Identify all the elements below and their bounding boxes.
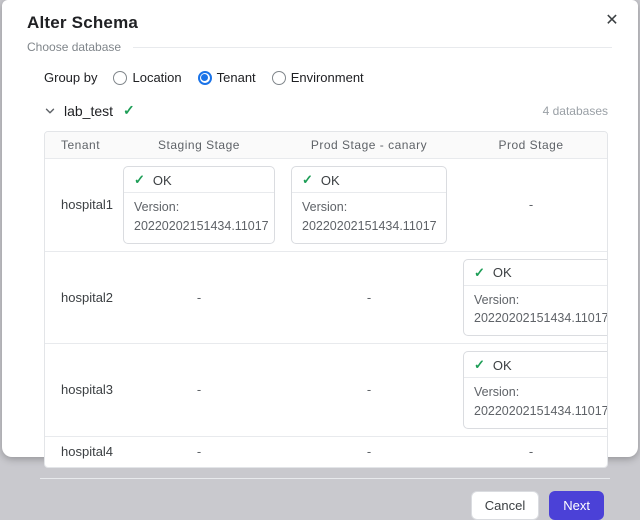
version-value: 20220202151434.11017 [474, 402, 608, 421]
chevron-down-icon[interactable] [44, 105, 56, 117]
radio-icon[interactable] [113, 71, 127, 85]
radio-option-tenant[interactable]: Tenant [198, 70, 256, 85]
status-card[interactable]: ✓ OK Version:20220202151434.11017 [463, 259, 608, 337]
stage-cell: - [283, 252, 455, 344]
version-label: Version: [302, 198, 436, 217]
check-icon: ✓ [474, 357, 485, 373]
stage-cell: ✓ OK Version:20220202151434.11017 [115, 159, 283, 251]
dialog-footer: Cancel Next [2, 479, 638, 520]
table-row: hospital1✓OKVersion:20220202151434.11017… [45, 159, 607, 252]
stage-cell: - [115, 252, 283, 344]
version-label: Version: [474, 383, 608, 402]
version-label: Version: [474, 291, 608, 310]
card-version-block: Version:20220202151434.11017 [464, 286, 608, 336]
close-icon[interactable]: ✕ [602, 11, 622, 31]
stage-cell: - [283, 437, 455, 467]
header-divider [133, 47, 612, 48]
database-status-table: TenantStaging StageProd Stage - canaryPr… [44, 131, 608, 468]
alter-schema-dialog: Alter Schema ✕ Choose database Group by … [2, 0, 638, 457]
dialog-body: Group by Location Tenant Environment lab_t… [2, 54, 638, 468]
subtitle-row: Choose database [27, 40, 612, 54]
stage-cell: ✓ OK Version:20220202151434.11017 [455, 252, 608, 344]
empty-cell-dash: - [367, 382, 371, 397]
tenant-cell: hospital4 [45, 437, 115, 467]
card-version-block: Version:20220202151434.11017 [464, 378, 608, 428]
stage-cell: - [115, 437, 283, 467]
dialog-header: Alter Schema ✕ Choose database [2, 0, 638, 54]
status-card[interactable]: ✓ OK Version:20220202151434.11017 [463, 351, 608, 429]
cancel-button[interactable]: Cancel [471, 491, 539, 520]
check-icon: ✓ [123, 102, 135, 119]
group-by-options: Location Tenant Environment [113, 70, 363, 85]
version-value: 20220202151434.11017 [302, 217, 436, 236]
group-by-row: Group by Location Tenant Environment [44, 70, 608, 85]
card-status-row: ✓ OK [464, 260, 608, 286]
stage-cell: - [115, 344, 283, 436]
database-count: 4 databases [543, 104, 608, 118]
tenant-cell: hospital2 [45, 252, 115, 344]
table-body: hospital1✓OKVersion:20220202151434.11017… [45, 159, 607, 467]
stage-cell: ✓ OK Version:20220202151434.11017 [455, 344, 608, 436]
status-card[interactable]: ✓ OK Version:20220202151434.11017 [291, 166, 447, 244]
table-row: hospital2 - - ✓ OK Version:20220202151434.110… [45, 252, 607, 345]
version-value: 20220202151434.11017 [474, 309, 608, 328]
page-title: Alter Schema [27, 13, 612, 33]
version-label: Version: [134, 198, 264, 217]
table-header-row: TenantStaging StageProd Stage - canaryPr… [45, 132, 607, 159]
check-icon: ✓ [302, 172, 313, 188]
empty-cell-dash: - [197, 290, 201, 305]
table-row: hospital3 - - ✓ OK Version:20220202151434.110… [45, 344, 607, 437]
stage-cell: - [455, 159, 607, 251]
column-header: Staging Stage [115, 132, 283, 158]
card-version-block: Version:20220202151434.11017 [292, 193, 446, 243]
card-status-row: ✓ OK [124, 167, 274, 193]
empty-cell-dash: - [529, 444, 533, 459]
empty-cell-dash: - [197, 382, 201, 397]
table-row: hospital4 - - - [45, 437, 607, 467]
status-label: OK [493, 358, 512, 373]
radio-label: Tenant [217, 70, 256, 85]
status-label: OK [153, 173, 172, 188]
radio-option-environment[interactable]: Environment [272, 70, 364, 85]
dialog-subtitle: Choose database [27, 40, 121, 54]
stage-cell: - [283, 344, 455, 436]
check-icon: ✓ [134, 172, 145, 188]
stage-cell: - [455, 437, 607, 467]
empty-cell-dash: - [197, 444, 201, 459]
empty-cell-dash: - [367, 290, 371, 305]
status-card[interactable]: ✓ OK Version:20220202151434.11017 [123, 166, 275, 244]
stage-cell: ✓ OK Version:20220202151434.11017 [283, 159, 455, 251]
radio-label: Environment [291, 70, 364, 85]
tenant-cell: hospital1 [45, 159, 115, 251]
radio-icon[interactable] [272, 71, 286, 85]
empty-cell-dash: - [367, 444, 371, 459]
column-header: Prod Stage - canary [283, 132, 455, 158]
check-icon: ✓ [474, 265, 485, 281]
card-version-block: Version:20220202151434.11017 [124, 193, 274, 243]
version-value: 20220202151434.11017 [134, 217, 264, 236]
card-status-row: ✓ OK [292, 167, 446, 193]
database-group-row[interactable]: lab_test ✓ 4 databases [44, 102, 608, 119]
status-label: OK [493, 265, 512, 280]
group-by-label: Group by [44, 70, 97, 85]
status-label: OK [321, 173, 340, 188]
radio-icon[interactable] [198, 71, 212, 85]
tenant-cell: hospital3 [45, 344, 115, 436]
radio-label: Location [132, 70, 181, 85]
radio-option-location[interactable]: Location [113, 70, 181, 85]
empty-cell-dash: - [529, 197, 533, 212]
card-status-row: ✓ OK [464, 352, 608, 378]
database-group-name: lab_test [64, 103, 113, 119]
next-button[interactable]: Next [549, 491, 604, 520]
column-header: Prod Stage [455, 132, 607, 158]
column-header: Tenant [45, 132, 115, 158]
